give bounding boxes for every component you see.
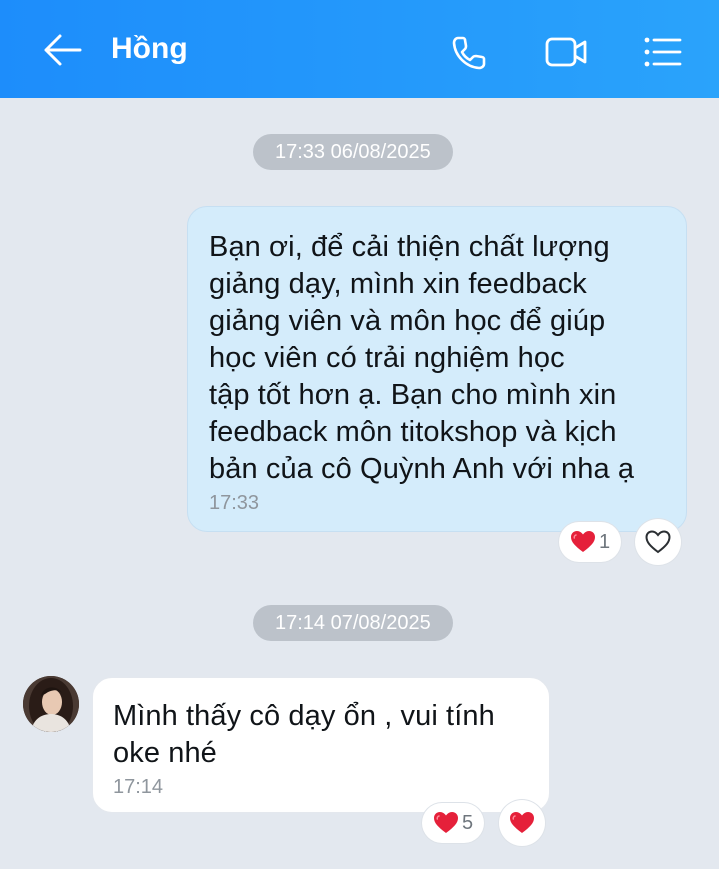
avatar[interactable] — [23, 676, 79, 732]
message-time: 17:14 — [113, 776, 164, 798]
react-button[interactable] — [635, 519, 681, 565]
video-camera-icon[interactable] — [544, 30, 588, 74]
message-text: Mình thấy cô dạy ổn , vui tính oke nhé — [113, 700, 495, 769]
chat-header: Hồng — [0, 0, 719, 98]
reaction-summary[interactable]: 5 — [422, 803, 484, 843]
contact-name[interactable]: Hồng — [111, 32, 188, 66]
message-text: Bạn ơi, để cải thiện chất lượng giảng dạ… — [209, 231, 635, 485]
reaction-count: 5 — [461, 811, 474, 834]
phone-icon[interactable] — [448, 30, 492, 74]
heart-filled-icon — [570, 531, 595, 552]
react-button[interactable] — [499, 800, 545, 846]
arrow-left-icon[interactable] — [40, 30, 86, 70]
reaction-count: 1 — [598, 530, 611, 553]
outgoing-message-bubble[interactable]: Bạn ơi, để cải thiện chất lượng giảng dạ… — [187, 206, 687, 532]
heart-outline-icon — [645, 530, 671, 554]
reaction-summary[interactable]: 1 — [559, 522, 621, 562]
date-separator: 17:14 07/08/2025 — [253, 605, 453, 641]
heart-filled-icon — [510, 812, 534, 833]
incoming-message-bubble[interactable]: Mình thấy cô dạy ổn , vui tính oke nhé 1… — [92, 677, 550, 813]
heart-filled-icon — [433, 812, 458, 833]
date-separator: 17:33 06/08/2025 — [253, 134, 453, 170]
message-time: 17:33 — [209, 492, 260, 514]
list-menu-icon[interactable] — [640, 30, 684, 74]
